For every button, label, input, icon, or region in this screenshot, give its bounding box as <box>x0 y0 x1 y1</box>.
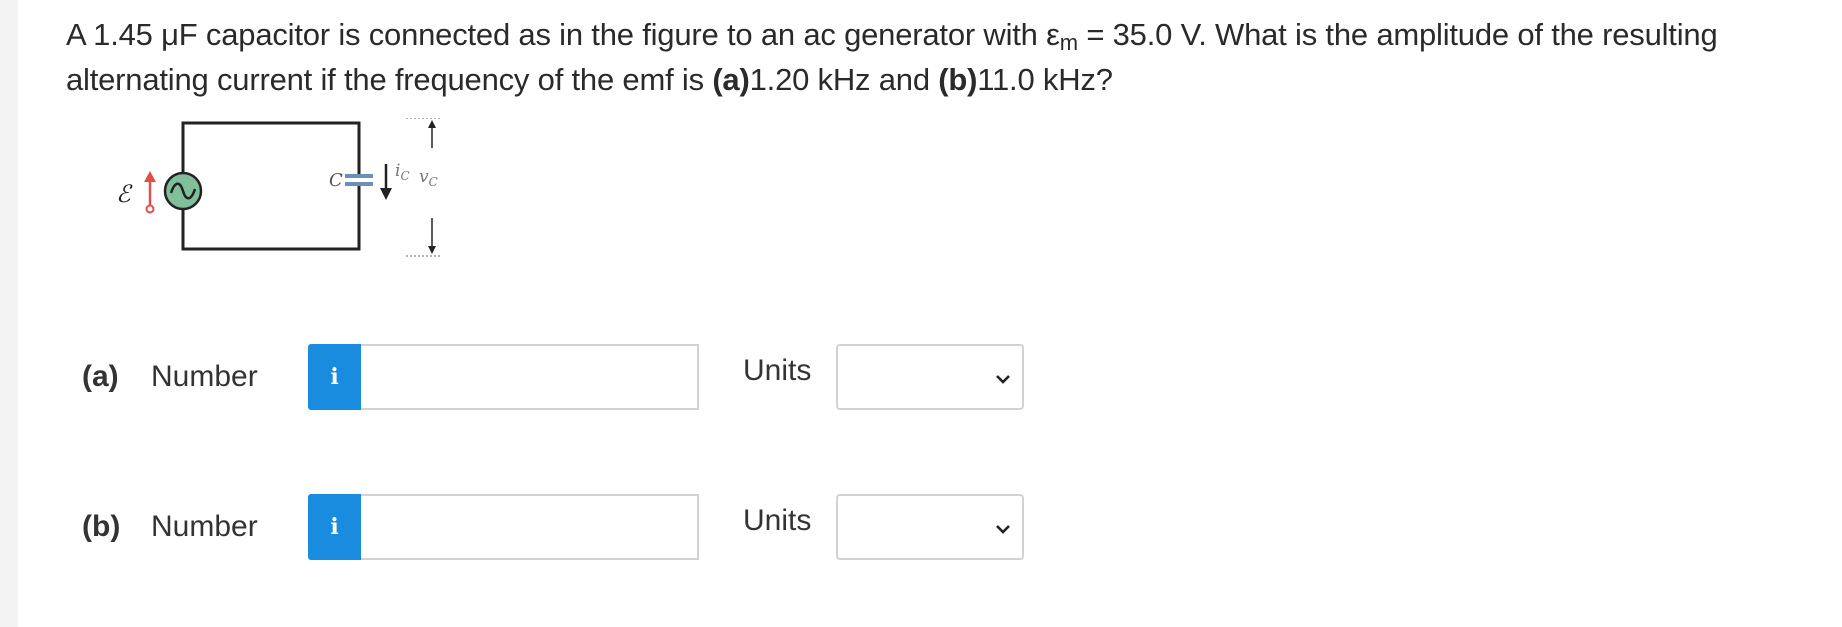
info-button-a[interactable]: i <box>308 344 361 410</box>
emf-arrow-head <box>144 171 156 182</box>
question-part1: A 1.45 μF capacitor is connected as in t… <box>66 17 1060 52</box>
units-select-a[interactable] <box>836 344 1024 410</box>
circuit-wire-bottom <box>181 184 361 251</box>
chevron-down-icon <box>996 525 1010 534</box>
number-input-a[interactable] <box>361 344 699 410</box>
question-a-label: (a) <box>712 62 750 97</box>
number-label-a: Number <box>151 360 258 393</box>
answer-row-b: (b) Number i Units <box>78 494 1038 560</box>
current-arrow-head <box>380 188 392 200</box>
info-icon: i <box>330 514 339 540</box>
capacitor-label: C <box>329 170 343 191</box>
question-text: A 1.45 μF capacitor is connected as in t… <box>66 12 1806 102</box>
part-label-a: (a) <box>82 360 119 393</box>
emf-arrow-tail <box>145 204 155 214</box>
question-a-value: 1.20 kHz and <box>749 62 939 97</box>
units-select-b[interactable] <box>836 494 1024 560</box>
voltage-arrow-up-head <box>428 120 436 128</box>
circuit-figure: ℰ C iC vC <box>116 118 441 257</box>
part-label-b: (b) <box>82 510 121 543</box>
voltage-arrow-down-head <box>428 246 436 254</box>
chevron-down-icon <box>996 375 1010 384</box>
number-label-b: Number <box>151 510 258 543</box>
voltage-label: vC <box>419 167 438 189</box>
question-b-value: 11.0 kHz? <box>977 62 1113 97</box>
units-label-b: Units <box>743 504 812 537</box>
units-label-a: Units <box>743 354 812 387</box>
info-button-b[interactable]: i <box>308 494 361 560</box>
info-icon: i <box>330 364 339 390</box>
question-card: A 1.45 μF capacitor is connected as in t… <box>0 0 1842 627</box>
answer-row-a: (a) Number i Units <box>78 344 1038 410</box>
current-label: iC <box>395 161 410 183</box>
question-b-label: (b) <box>938 62 978 97</box>
question-emf-subscript: m <box>1059 30 1078 55</box>
emf-symbol: ℰ <box>116 180 133 208</box>
page: A 1.45 μF capacitor is connected as in t… <box>0 0 1842 627</box>
number-input-b[interactable] <box>361 494 699 560</box>
